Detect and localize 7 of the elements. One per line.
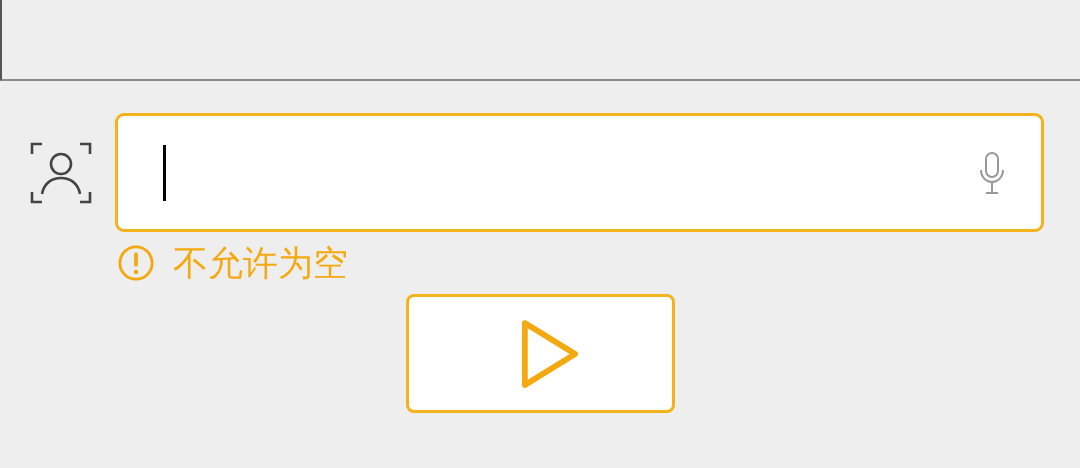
warning-icon (117, 244, 155, 282)
error-message: 不允许为空 (173, 241, 348, 285)
face-scan-icon (30, 141, 92, 204)
input-field[interactable] (115, 113, 1044, 232)
play-icon (521, 318, 579, 389)
play-button[interactable] (405, 294, 675, 413)
microphone-icon[interactable] (979, 151, 1005, 194)
